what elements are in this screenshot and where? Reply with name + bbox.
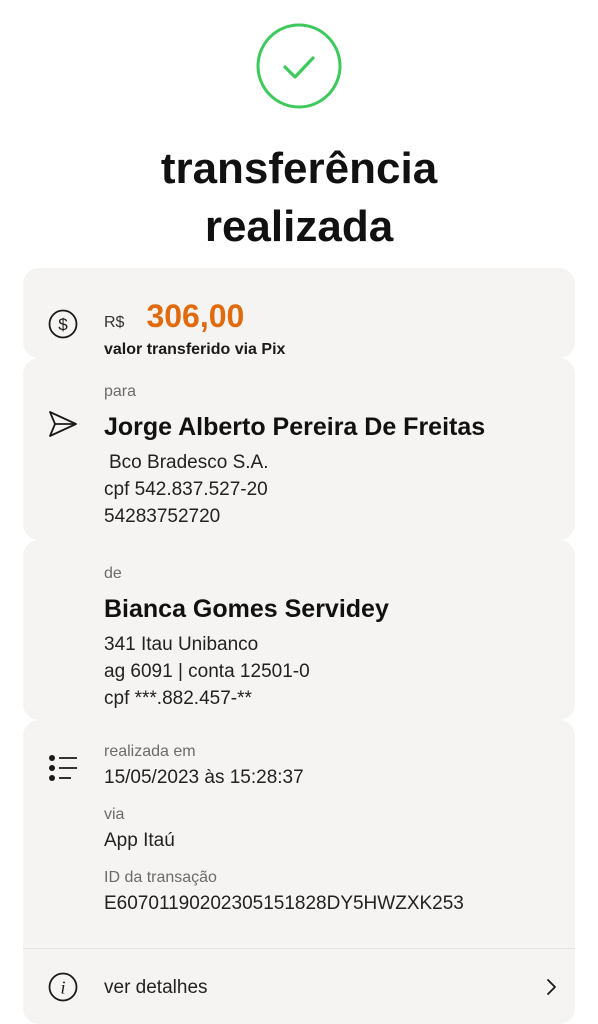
recipient-cpf: cpf 542.837.527-20 [104,479,268,500]
transaction-id-label: ID da transação [104,869,217,886]
sender-bank: 341 Itau Unibanco [104,634,259,655]
transaction-id-value: E60701190202305151828DY5HWZXK253 [104,893,464,914]
title-line-1: transferência [160,144,438,193]
via-value: App Itaú [104,830,175,851]
view-details-label: ver detalhes [104,977,208,998]
recipient-label: para [104,383,137,400]
send-icon [49,411,77,437]
title-line-2: realizada [204,202,394,251]
date-label: realizada em [104,743,196,760]
sender-cpf: cpf ***.882.457-** [104,688,252,709]
recipient-key: 54283752720 [104,506,221,527]
svg-text:$: $ [58,315,68,334]
sender-label: de [104,565,122,582]
sender-account: ag 6091 | conta 12501-0 [104,661,310,682]
svg-text:i: i [60,978,65,998]
sender-name: Bianca Gomes Servidey [104,595,389,623]
recipient-bank: Bco Bradesco S.A. [109,452,269,473]
dollar-circle-icon: $ [48,309,78,339]
sender-card: de Bianca Gomes Servidey 341 Itau Uniban… [23,540,575,720]
via-label: via [104,806,125,823]
view-details-button[interactable]: i ver detalhes [23,949,575,1024]
amount-value: 306,00 [146,298,245,334]
recipient-name: Jorge Alberto Pereira De Freitas [104,413,486,441]
recipient-content: para Jorge Alberto Pereira De Freitas Bc… [104,382,555,530]
date-value: 15/05/2023 às 15:28:37 [104,767,304,788]
amount-caption: valor transferido via Pix [104,341,286,358]
currency-symbol: R$ [104,314,125,331]
check-circle-icon [256,23,342,109]
sender-content: de Bianca Gomes Servidey 341 Itau Uniban… [104,564,555,712]
info-content: realizada em 15/05/2023 às 15:28:37 via … [104,742,555,917]
recipient-card: para Jorge Alberto Pereira De Freitas Bc… [23,358,575,540]
list-icon [49,755,77,781]
amount-card: $ R$ 306,00 valor transferido via Pix [23,268,575,358]
transaction-info-card: realizada em 15/05/2023 às 15:28:37 via … [23,720,575,1024]
info-icon: i [48,972,78,1002]
amount-row: R$ 306,00 [104,298,555,335]
chevron-right-icon [547,979,556,995]
amount-content: R$ 306,00 valor transferido via Pix [104,298,555,359]
page-title: transferência realizada [0,140,598,256]
